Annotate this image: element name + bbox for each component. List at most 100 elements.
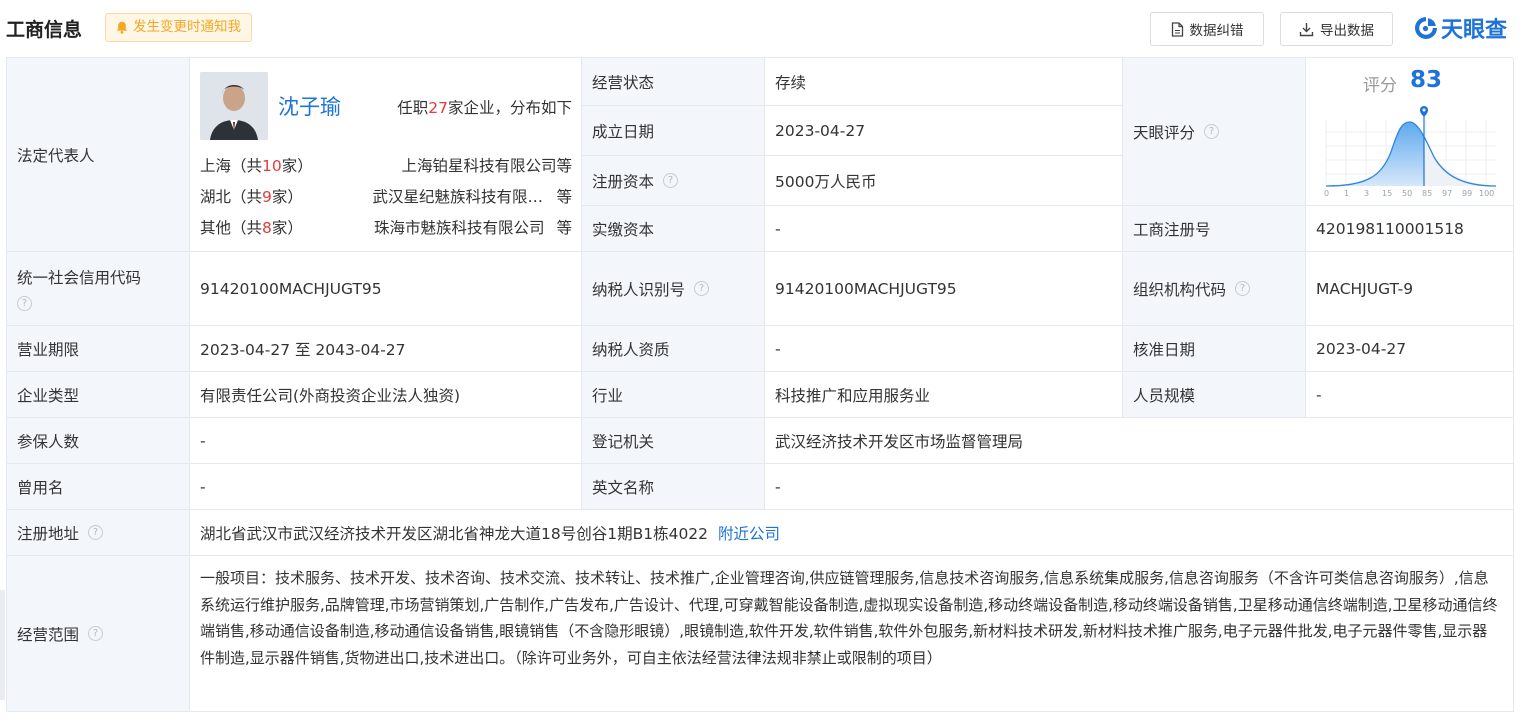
reg-no-value: 420198110001518	[1316, 219, 1464, 238]
approve-label-cell: 核准日期	[1123, 326, 1306, 372]
list-item: 其他（共8家） 珠海市魅族科技有限公司等	[200, 216, 572, 247]
list-item: 湖北（共9家） 武汉星纪魅族科技有限公司等	[200, 185, 572, 216]
legal-rep-company-count: 任职27家企业，分布如下	[397, 99, 572, 117]
help-icon[interactable]: ?	[663, 173, 679, 188]
staff-value: -	[1316, 385, 1322, 404]
region-company-link[interactable]: 武汉星纪魅族科技有限公司等	[372, 185, 572, 207]
english-name-label-cell: 英文名称	[582, 464, 765, 510]
reg-no-value-cell: 420198110001518	[1306, 206, 1514, 252]
industry-value-cell: 科技推广和应用服务业	[765, 372, 1123, 418]
approve-label: 核准日期	[1133, 340, 1196, 359]
tax-qual-value-cell: -	[765, 326, 1123, 372]
address-label: 注册地址	[17, 524, 80, 543]
legal-rep-label: 法定代表人	[17, 146, 95, 165]
type-label-cell: 企业类型	[7, 372, 190, 418]
former-name-value: -	[200, 477, 206, 496]
insured-label: 参保人数	[17, 432, 80, 451]
scope-value-cell: 一般项目：技术服务、技术开发、技术咨询、技术交流、技术转让、技术推广,企业管理咨…	[190, 556, 1514, 712]
term-value: 2023-04-27 至 2043-04-27	[200, 340, 406, 359]
founded-label-cell: 成立日期	[582, 106, 765, 156]
notify-button[interactable]: 发生变更时通知我	[105, 13, 252, 42]
download-icon	[1299, 22, 1314, 36]
help-icon[interactable]: ?	[88, 626, 104, 641]
legal-rep-label-cell: 法定代表人	[7, 58, 190, 252]
data-correction-button[interactable]: 数据纠错	[1150, 12, 1264, 46]
notify-label: 发生变更时通知我	[133, 19, 241, 35]
tick-label: 3	[1364, 189, 1369, 198]
tick-label: 99	[1462, 189, 1472, 198]
score-caption: 评分	[1363, 76, 1397, 96]
help-icon[interactable]: ?	[694, 281, 710, 296]
reg-capital-label: 注册资本	[592, 172, 655, 191]
address-value: 湖北省武汉市武汉经济技术开发区湖北省神龙大道18号创谷1期B1栋4022	[200, 524, 709, 543]
status-label: 经营状态	[592, 73, 655, 92]
paid-capital-value: -	[775, 219, 781, 238]
reg-capital-value-cell: 5000万人民币	[765, 156, 1123, 206]
nearby-companies-link[interactable]: 附近公司	[718, 522, 780, 544]
authority-value: 武汉经济技术开发区市场监督管理局	[775, 432, 1024, 451]
industry-value: 科技推广和应用服务业	[775, 386, 931, 405]
side-scroll-tab[interactable]	[0, 590, 5, 700]
paid-capital-label-cell: 实缴资本	[582, 206, 765, 252]
tick-label: 50	[1402, 189, 1412, 198]
type-value-cell: 有限责任公司(外商投资企业法人独资)	[190, 372, 582, 418]
scope-value: 一般项目：技术服务、技术开发、技术咨询、技术交流、技术转让、技术推广,企业管理咨…	[200, 569, 1498, 667]
region-company-link[interactable]: 上海铂星科技有限公司等	[401, 154, 572, 176]
help-icon[interactable]: ?	[88, 525, 104, 540]
legal-rep-header: 沈子瑜 任职27家企业，分布如下	[200, 72, 572, 140]
english-name-value: -	[775, 477, 781, 496]
authority-label: 登记机关	[592, 432, 655, 451]
credit-code-value: 91420100MACHJUGT95	[200, 279, 382, 298]
legal-rep-name[interactable]: 沈子瑜	[278, 91, 341, 121]
org-code-value: MACHJUGT-9	[1316, 279, 1414, 298]
approve-value: 2023-04-27	[1316, 339, 1407, 358]
taxpayer-id-value: 91420100MACHJUGT95	[775, 279, 957, 298]
section-title: 工商信息	[6, 19, 83, 41]
reg-no-label: 工商注册号	[1133, 220, 1211, 239]
tick-label: 100	[1479, 189, 1494, 198]
staff-label-cell: 人员规模	[1123, 372, 1306, 418]
region-company-link[interactable]: 珠海市魅族科技有限公司等	[374, 216, 572, 238]
tick-label: 0	[1324, 189, 1329, 198]
credit-code-label-cell: 统一社会信用代码 ?	[7, 252, 190, 326]
bell-icon	[116, 21, 128, 34]
region-label: 湖北（共9家）	[200, 188, 303, 206]
type-value: 有限责任公司(外商投资企业法人独资)	[200, 386, 461, 405]
taxpayer-id-label-cell: 纳税人识别号?	[582, 252, 765, 326]
brand-logo: 天眼查	[1413, 13, 1507, 43]
paid-capital-label: 实缴资本	[592, 220, 655, 239]
help-icon[interactable]: ?	[1235, 281, 1251, 296]
tick-label: 85	[1422, 189, 1432, 198]
tianyancha-logo-icon	[1415, 17, 1437, 39]
type-label: 企业类型	[17, 386, 80, 405]
english-name-value-cell: -	[765, 464, 1514, 510]
term-label: 营业期限	[17, 340, 80, 359]
credit-code-label: 统一社会信用代码	[17, 269, 142, 287]
help-icon[interactable]: ?	[1204, 124, 1220, 139]
org-code-label: 组织机构代码	[1133, 280, 1227, 299]
help-icon[interactable]: ?	[17, 296, 32, 311]
founded-label: 成立日期	[592, 122, 655, 141]
former-name-label: 曾用名	[17, 478, 64, 497]
org-code-value-cell: MACHJUGT-9	[1306, 252, 1514, 326]
company-count-number[interactable]: 27	[428, 99, 448, 117]
status-label-cell: 经营状态	[582, 58, 765, 106]
score-widget[interactable]: 评分 83 0 1 3 15 50 85 97 99 100	[1306, 58, 1514, 206]
score-distribution-chart: 0 1 3 15 50 85 97 99 100	[1324, 106, 1497, 198]
avatar[interactable]	[200, 72, 268, 140]
scope-label: 经营范围	[17, 625, 80, 644]
tick-label: 97	[1442, 189, 1452, 198]
region-label: 上海（共10家）	[200, 157, 313, 175]
business-info-table: 法定代表人 沈子瑜 任职27家企业，分布如下 上海（共10家） 上海铂星科技有限…	[6, 57, 1514, 712]
approve-value-cell: 2023-04-27	[1306, 326, 1514, 372]
taxpayer-id-value-cell: 91420100MACHJUGT95	[765, 252, 1123, 326]
brand-name: 天眼查	[1441, 18, 1508, 43]
taxpayer-id-label: 纳税人识别号	[592, 280, 686, 299]
data-correction-label: 数据纠错	[1189, 23, 1244, 39]
score-label-cell: 天眼评分?	[1123, 58, 1306, 206]
term-label-cell: 营业期限	[7, 326, 190, 372]
section-header: 工商信息 发生变更时通知我 数据纠错 导出数据 天眼查	[0, 0, 1540, 56]
export-data-button[interactable]: 导出数据	[1280, 12, 1393, 46]
authority-label-cell: 登记机关	[582, 418, 765, 464]
score-tick-labels: 0 1 3 15 50 85 97 99 100	[1324, 189, 1494, 198]
